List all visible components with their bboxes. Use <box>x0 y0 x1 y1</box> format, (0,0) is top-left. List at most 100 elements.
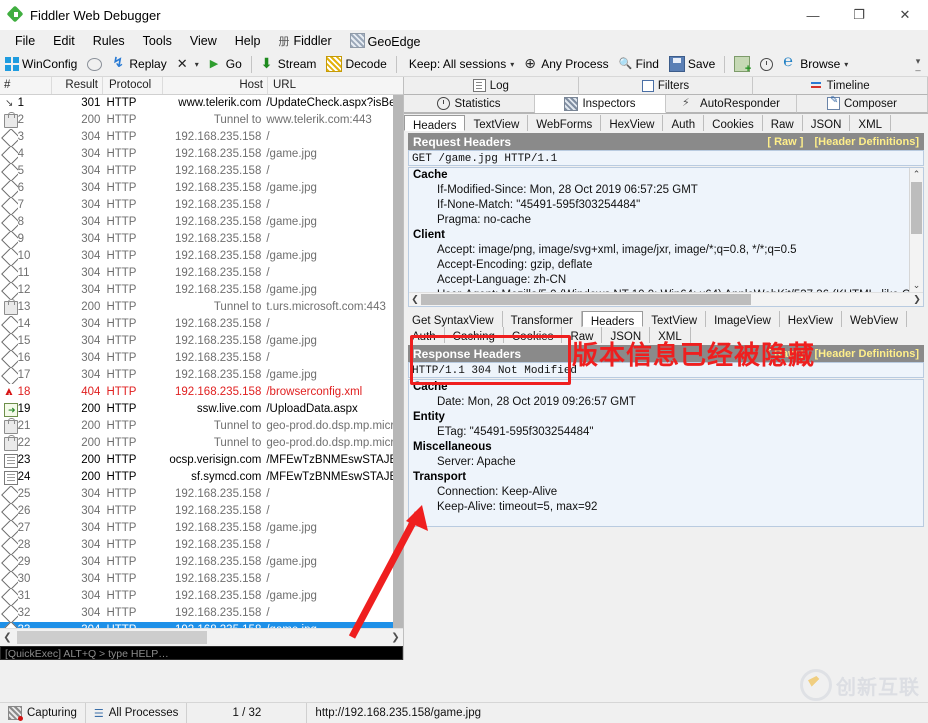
table-row[interactable]: 13 200 HTTP Tunnel to t.urs.microsoft.com:44… <box>0 299 393 316</box>
save-button[interactable]: Save <box>664 53 720 75</box>
table-row[interactable]: 18 404 HTTP 192.168.235.158/browserconfig.x… <box>0 384 393 401</box>
scroll-right-icon[interactable]: ❯ <box>388 632 403 643</box>
header-item[interactable]: Connection: Keep-Alive <box>409 485 923 500</box>
request-subtabs[interactable]: Headers TextView WebForms HexView Auth Cookie… <box>404 114 928 132</box>
tab-inspectors[interactable]: Inspectors <box>535 95 666 113</box>
request-tab-cookies[interactable]: Cookies <box>704 115 763 131</box>
column-header-url[interactable]: URL <box>268 77 398 94</box>
menu-help[interactable]: Help <box>226 31 270 51</box>
winconfig-button[interactable]: WinConfig <box>0 53 82 75</box>
scroll-down-icon[interactable]: ⌄ <box>910 279 923 292</box>
response-tab-cookies[interactable]: Cookies <box>503 327 563 343</box>
response-tab-webview[interactable]: WebView <box>841 311 908 327</box>
table-row[interactable]: 32 304 HTTP 192.168.235.158 / <box>0 605 393 622</box>
maximize-button[interactable]: ❐ <box>836 0 882 30</box>
column-header-host[interactable]: Host <box>163 77 268 94</box>
table-row[interactable]: 29 304 HTTP 192.168.235.158/game.jpg <box>0 554 393 571</box>
request-tab-hexview[interactable]: HexView <box>601 115 664 131</box>
request-headers-list[interactable]: Cache If-Modified-Since: Mon, 28 Oct 2019… <box>408 167 924 307</box>
response-tab-get-syntaxview[interactable]: Get SyntaxView <box>404 311 503 327</box>
header-item[interactable]: Pragma: no-cache <box>409 213 923 228</box>
request-tab-headers[interactable]: Headers <box>404 115 466 132</box>
table-row[interactable]: 16 304 HTTP 192.168.235.158 / <box>0 350 393 367</box>
tab-autoresponder[interactable]: AutoResponder <box>666 95 797 113</box>
table-row[interactable]: 6 304 HTTP 192.168.235.158/game.jpg <box>0 180 393 197</box>
menu-file[interactable]: File <box>6 31 44 51</box>
header-item[interactable]: Date: Mon, 28 Oct 2019 09:26:57 GMT <box>409 395 923 410</box>
browse-button[interactable]: Browse ▾ <box>778 53 853 75</box>
request-tab-textview[interactable]: TextView <box>465 115 529 131</box>
header-item[interactable]: Server: Apache <box>409 455 923 470</box>
scroll-right-icon[interactable]: ❯ <box>911 294 923 305</box>
capturing-status[interactable]: Capturing <box>0 703 86 723</box>
response-tab-headers[interactable]: Headers <box>581 311 644 328</box>
header-item[interactable]: Accept-Encoding: gzip, deflate <box>409 258 923 273</box>
header-item[interactable]: Keep-Alive: timeout=5, max=92 <box>409 500 923 515</box>
request-header-definitions-link[interactable]: [Header Definitions] <box>814 136 919 148</box>
quickexec-input[interactable]: [QuickExec] ALT+Q > type HELP… <box>0 646 403 660</box>
table-row[interactable]: 30 304 HTTP 192.168.235.158 / <box>0 571 393 588</box>
tab-log[interactable]: Log <box>404 77 579 95</box>
scrollbar-thumb-h[interactable] <box>421 294 751 305</box>
stream-button[interactable]: Stream <box>256 53 322 75</box>
header-item[interactable]: If-Modified-Since: Mon, 28 Oct 2019 06:5… <box>409 183 923 198</box>
response-tab-transformer[interactable]: Transformer <box>502 311 582 327</box>
column-header-protocol[interactable]: Protocol <box>103 77 163 94</box>
tab-timeline[interactable]: Timeline <box>753 77 928 95</box>
table-row[interactable]: 21 200 HTTP Tunnel to geo-prod.do.dsp.mp.mic… <box>0 418 393 435</box>
response-tab-auth[interactable]: Auth <box>404 327 445 343</box>
response-tab-caching[interactable]: Caching <box>444 327 504 343</box>
header-item[interactable]: Accept: image/png, image/svg+xml, image/… <box>409 243 923 258</box>
scroll-left-icon[interactable]: ❮ <box>409 294 421 305</box>
table-row[interactable]: 28 304 HTTP 192.168.235.158 / <box>0 537 393 554</box>
response-tab-textview[interactable]: TextView <box>643 311 707 327</box>
table-row[interactable]: 27 304 HTTP 192.168.235.158/game.jpg <box>0 520 393 537</box>
table-row[interactable]: 17 304 HTTP 192.168.235.158/game.jpg <box>0 367 393 384</box>
replay-button[interactable]: Replay <box>107 53 171 75</box>
table-row[interactable]: 3 304 HTTP 192.168.235.158 / <box>0 129 393 146</box>
request-headers-hscrollbar[interactable]: ❮ ❯ <box>409 292 923 306</box>
scrollbar-track[interactable] <box>421 294 911 305</box>
go-button[interactable]: Go <box>204 53 247 75</box>
header-item[interactable]: If-None-Match: "45491-595f303254484" <box>409 198 923 213</box>
keep-sessions-dropdown[interactable]: Keep: All sessions ▾ <box>401 53 519 75</box>
header-item[interactable]: Accept-Language: zh-CN <box>409 273 923 288</box>
column-header-number[interactable]: # <box>0 77 52 94</box>
table-row[interactable]: 9 304 HTTP 192.168.235.158 / <box>0 231 393 248</box>
tab-statistics[interactable]: Statistics <box>404 95 535 113</box>
table-row[interactable]: 31 304 HTTP 192.168.235.158/game.jpg <box>0 588 393 605</box>
table-row[interactable]: 26 304 HTTP 192.168.235.158 / <box>0 503 393 520</box>
menu-view[interactable]: View <box>181 31 226 51</box>
find-button[interactable]: Find <box>614 53 664 75</box>
table-row[interactable]: 8 304 HTTP 192.168.235.158/game.jpg <box>0 214 393 231</box>
table-row[interactable]: 19 200 HTTP ssw.live.com/UploadData.aspx <box>0 401 393 418</box>
scrollbar-track[interactable] <box>15 631 388 644</box>
session-list-vertical-scrollbar[interactable] <box>393 95 403 635</box>
table-row[interactable]: 23 200 HTTP ocsp.verisign.com/MFEwTzBNMEswS… <box>0 452 393 469</box>
timer-button[interactable] <box>755 53 778 75</box>
request-tab-auth[interactable]: Auth <box>663 115 705 131</box>
decode-button[interactable]: Decode <box>321 53 391 75</box>
any-process-button[interactable]: Any Process <box>519 53 613 75</box>
table-row[interactable]: 4 304 HTTP 192.168.235.158/game.jpg <box>0 146 393 163</box>
scrollbar-thumb[interactable] <box>911 182 922 234</box>
remove-button[interactable]: ▾ <box>172 53 204 75</box>
process-filter-status[interactable]: ☰ All Processes <box>86 703 188 723</box>
header-item[interactable]: ETag: "45491-595f303254484" <box>409 425 923 440</box>
session-list-horizontal-scrollbar[interactable]: ❮ ❯ <box>0 628 403 646</box>
tab-filters[interactable]: Filters <box>578 77 754 95</box>
table-row[interactable]: 5 304 HTTP 192.168.235.158 / <box>0 163 393 180</box>
menu-rules[interactable]: Rules <box>84 31 134 51</box>
screenshot-button[interactable] <box>729 53 755 75</box>
request-headers-vscrollbar[interactable]: ⌃ ⌄ <box>909 168 923 306</box>
table-row[interactable]: 14 304 HTTP 192.168.235.158 / <box>0 316 393 333</box>
response-header-definitions-link[interactable]: [Header Definitions] <box>814 348 919 360</box>
request-tab-json[interactable]: JSON <box>802 115 851 131</box>
menu-geoedge[interactable]: GeoEdge <box>341 30 430 52</box>
scroll-up-icon[interactable]: ⌃ <box>910 168 923 181</box>
table-row[interactable]: 22 200 HTTP Tunnel to geo-prod.do.dsp.mp.mic… <box>0 435 393 452</box>
response-tab-imageview[interactable]: ImageView <box>706 311 780 327</box>
table-row[interactable]: 25 304 HTTP 192.168.235.158 / <box>0 486 393 503</box>
scrollbar-thumb-h[interactable] <box>17 631 207 644</box>
table-row[interactable]: 11 304 HTTP 192.168.235.158 / <box>0 265 393 282</box>
